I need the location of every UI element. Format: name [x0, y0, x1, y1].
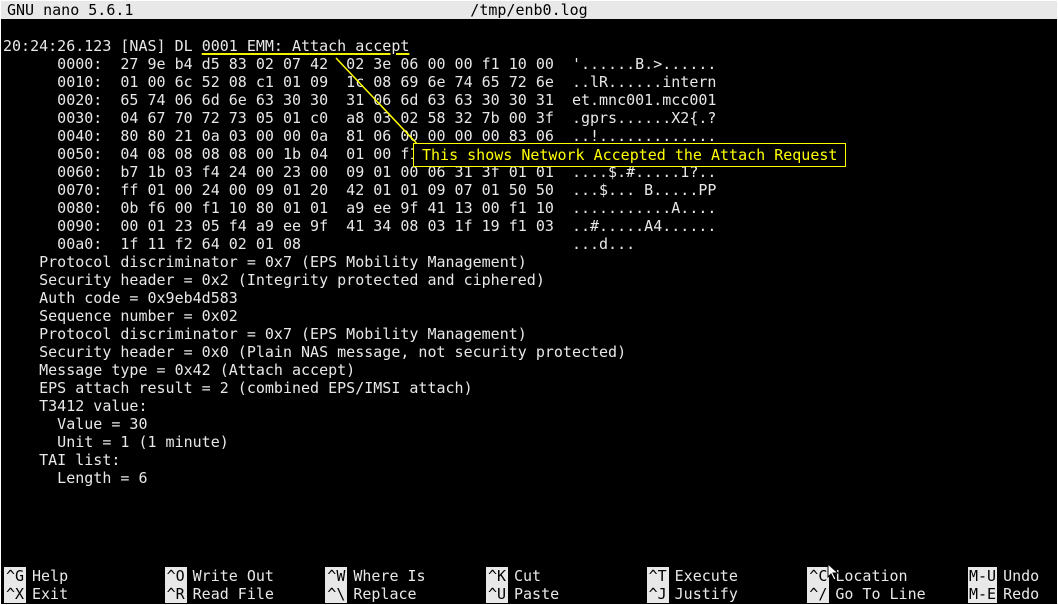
- shortcut-location[interactable]: ^C Location: [805, 567, 966, 585]
- hex-line: 0020: 65 74 06 6d 6e 63 30 30 31 06 6d 6…: [3, 91, 716, 109]
- shortcut-label: Paste: [514, 585, 559, 603]
- field-line: Sequence number = 0x02: [3, 307, 238, 325]
- field-line: Length = 6: [3, 469, 148, 487]
- shortcut-replace[interactable]: ^\ Replace: [323, 585, 484, 603]
- shortcut-writeout[interactable]: ^O Write Out: [163, 567, 324, 585]
- field-line: EPS attach result = 2 (combined EPS/IMSI…: [3, 379, 473, 397]
- hex-line: 0070: ff 01 00 24 00 09 01 20 42 01 01 0…: [3, 181, 716, 199]
- shortcut-undo[interactable]: M-U Undo: [966, 567, 1056, 585]
- hex-line: 00a0: 1f 11 f2 64 02 01 08 ...d...: [3, 235, 635, 253]
- key-label: ^T: [647, 567, 669, 585]
- key-label: ^X: [4, 585, 26, 603]
- shortcut-exit[interactable]: ^X Exit: [2, 585, 163, 603]
- field-line: Security header = 0x2 (Integrity protect…: [3, 271, 545, 289]
- shortcut-gotoline[interactable]: ^/ Go To Line: [805, 585, 966, 603]
- shortcut-label: Undo: [1003, 567, 1039, 585]
- shortcut-label: Where Is: [353, 567, 425, 585]
- shortcut-label: Cut: [514, 567, 541, 585]
- shortcut-label: Exit: [32, 585, 68, 603]
- shortcut-label: Write Out: [193, 567, 274, 585]
- annotation-callout: This shows Network Accepted the Attach R…: [413, 143, 846, 167]
- shortcut-label: Redo: [1003, 585, 1039, 603]
- file-path: /tmp/enb0.log: [1, 1, 1057, 19]
- shortcut-cut[interactable]: ^K Cut: [484, 567, 645, 585]
- title-bar: GNU nano 5.6.1 /tmp/enb0.log: [1, 1, 1057, 19]
- key-label: ^C: [807, 567, 829, 585]
- shortcut-execute[interactable]: ^T Execute: [645, 567, 806, 585]
- hex-line: 0010: 01 00 6c 52 08 c1 01 09 1c 08 69 6…: [3, 73, 716, 91]
- key-label: ^\: [325, 585, 347, 603]
- key-label: ^/: [807, 585, 829, 603]
- hex-line: 0030: 04 67 70 72 73 05 01 c0 a8 03 02 5…: [3, 109, 716, 127]
- key-label: ^O: [165, 567, 187, 585]
- app-name: GNU nano 5.6.1: [7, 1, 133, 19]
- field-line: Auth code = 0x9eb4d583: [3, 289, 238, 307]
- shortcut-help[interactable]: ^G Help: [2, 567, 163, 585]
- key-label: M-E: [968, 585, 997, 603]
- log-timestamp: 20:24:26.123 [NAS] DL: [3, 37, 202, 55]
- key-label: ^K: [486, 567, 508, 585]
- hex-line: 0000: 27 9e b4 d5 83 02 07 42 02 3e 06 0…: [3, 55, 716, 73]
- shortcut-readfile[interactable]: ^R Read File: [163, 585, 324, 603]
- key-label: ^R: [165, 585, 187, 603]
- shortcut-label: Location: [835, 567, 907, 585]
- key-label: ^U: [486, 585, 508, 603]
- key-label: ^W: [325, 567, 347, 585]
- key-label: ^G: [4, 567, 26, 585]
- field-line: Protocol discriminator = 0x7 (EPS Mobili…: [3, 253, 527, 271]
- editor-content[interactable]: 20:24:26.123 [NAS] DL 0001 EMM: Attach a…: [1, 19, 1057, 487]
- shortcut-whereis[interactable]: ^W Where Is: [323, 567, 484, 585]
- field-line: T3412 value:: [3, 397, 148, 415]
- log-header-underlined: 0001 EMM: Attach accept: [202, 37, 410, 55]
- shortcut-redo[interactable]: M-E Redo: [966, 585, 1056, 603]
- shortcut-label: Go To Line: [835, 585, 925, 603]
- field-line: Value = 30: [3, 415, 148, 433]
- field-line: Protocol discriminator = 0x7 (EPS Mobili…: [3, 325, 527, 343]
- shortcut-bar: ^G Help ^O Write Out ^W Where Is ^K Cut ^T Ex…: [2, 567, 1056, 603]
- shortcut-label: Help: [32, 567, 68, 585]
- field-line: Unit = 1 (1 minute): [3, 433, 229, 451]
- shortcut-label: Execute: [675, 567, 738, 585]
- field-line: Security header = 0x0 (Plain NAS message…: [3, 343, 626, 361]
- hex-line: 0090: 00 01 23 05 f4 a9 ee 9f 41 34 08 0…: [3, 217, 716, 235]
- shortcut-label: Replace: [353, 585, 416, 603]
- shortcut-label: Justify: [675, 585, 738, 603]
- hex-line: 0080: 0b f6 00 f1 10 80 01 01 a9 ee 9f 4…: [3, 199, 716, 217]
- field-line: Message type = 0x42 (Attach accept): [3, 361, 355, 379]
- shortcut-justify[interactable]: ^J Justify: [645, 585, 806, 603]
- key-label: M-U: [968, 567, 997, 585]
- shortcut-paste[interactable]: ^U Paste: [484, 585, 645, 603]
- key-label: ^J: [647, 585, 669, 603]
- shortcut-label: Read File: [193, 585, 274, 603]
- field-line: TAI list:: [3, 451, 120, 469]
